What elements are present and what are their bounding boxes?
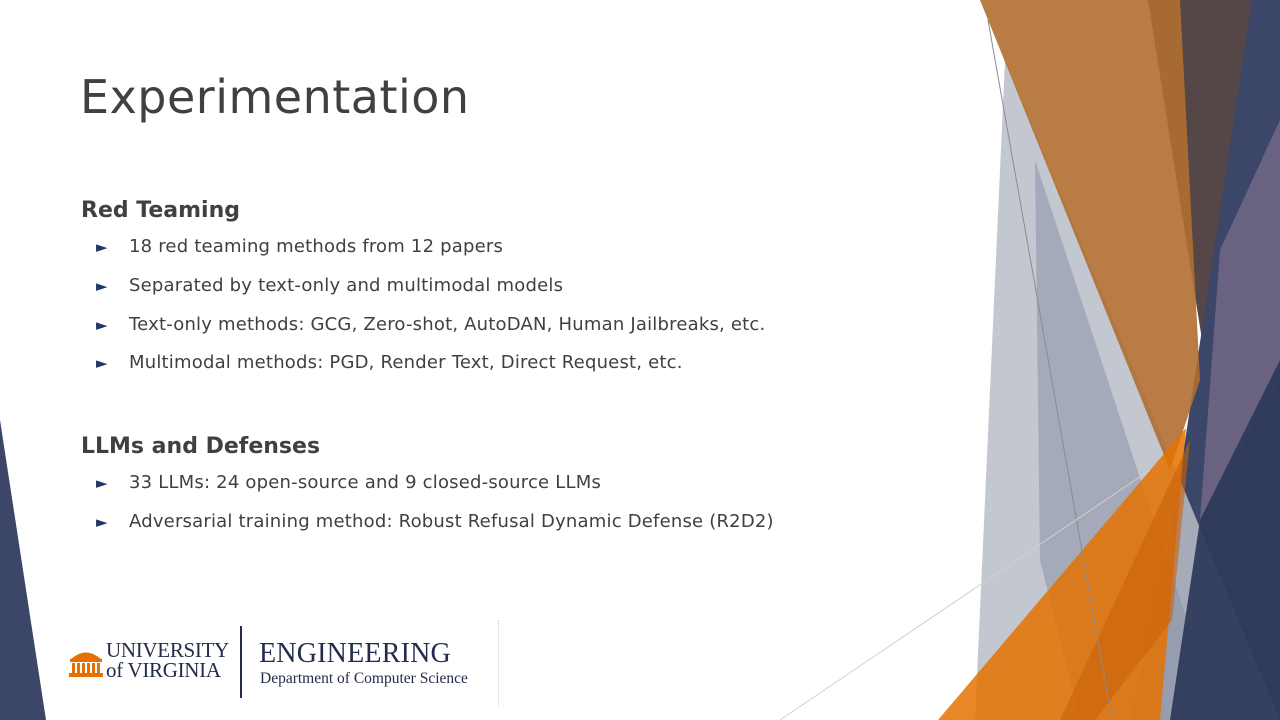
footer-dotted-divider — [498, 620, 499, 706]
university-name-line1: UNIVERSITY — [106, 638, 229, 662]
section-red-teaming: Red Teaming ► 18 red teaming methods from… — [81, 198, 765, 388]
left-navy-shape — [0, 420, 46, 720]
bullet-list: ► 18 red teaming methods from 12 papers ►… — [81, 233, 765, 388]
bullet-item: ► Adversarial training method: Robust Ref… — [81, 508, 774, 547]
bullet-text: Text-only methods: GCG, Zero-shot, AutoD… — [129, 313, 766, 335]
bullet-item: ► Separated by text-only and multimodal m… — [81, 272, 765, 311]
triangle-right-icon: ► — [96, 238, 108, 256]
section-heading: Red Teaming — [81, 198, 240, 223]
section-heading: LLMs and Defenses — [81, 434, 321, 459]
bullet-item: ► 33 LLMs: 24 open-source and 9 closed-so… — [81, 469, 774, 508]
footer-logo: UNIVERSITY of VIRGINIA ENGINEERING Depar… — [68, 620, 508, 706]
footer-divider — [240, 626, 242, 698]
bullet-text: Adversarial training method: Robust Refu… — [129, 510, 774, 532]
triangle-right-icon: ► — [96, 354, 108, 373]
rotunda-icon — [69, 652, 103, 677]
slide-title: Experimentation — [80, 70, 470, 124]
university-name-line2: of VIRGINIA — [106, 658, 221, 682]
triangle-right-icon: ► — [96, 474, 108, 492]
bullet-text: 18 red teaming methods from 12 papers — [129, 236, 504, 257]
section-llms-and-defenses: LLMs and Defenses ► 33 LLMs: 24 open-sour… — [81, 434, 774, 547]
bullet-text: 33 LLMs: 24 open-source and 9 closed-sou… — [129, 472, 602, 493]
triangle-right-icon: ► — [96, 512, 108, 531]
bullet-item: ► Multimodal methods: PGD, Render Text, D… — [81, 349, 765, 388]
university-name: UNIVERSITY of VIRGINIA — [106, 638, 229, 682]
bullet-item: ► Text-only methods: GCG, Zero-shot, Auto… — [81, 311, 765, 350]
department-name: Department of Computer Science — [260, 670, 468, 687]
triangle-right-icon: ► — [96, 276, 108, 295]
bullet-text: Multimodal methods: PGD, Render Text, Di… — [129, 352, 683, 374]
bullet-list: ► 33 LLMs: 24 open-source and 9 closed-so… — [81, 469, 774, 547]
school-name: ENGINEERING — [259, 638, 451, 669]
bullet-text: Separated by text-only and multimodal mo… — [129, 274, 564, 296]
triangle-right-icon: ► — [96, 315, 108, 334]
bullet-item: ► 18 red teaming methods from 12 papers — [81, 233, 765, 272]
